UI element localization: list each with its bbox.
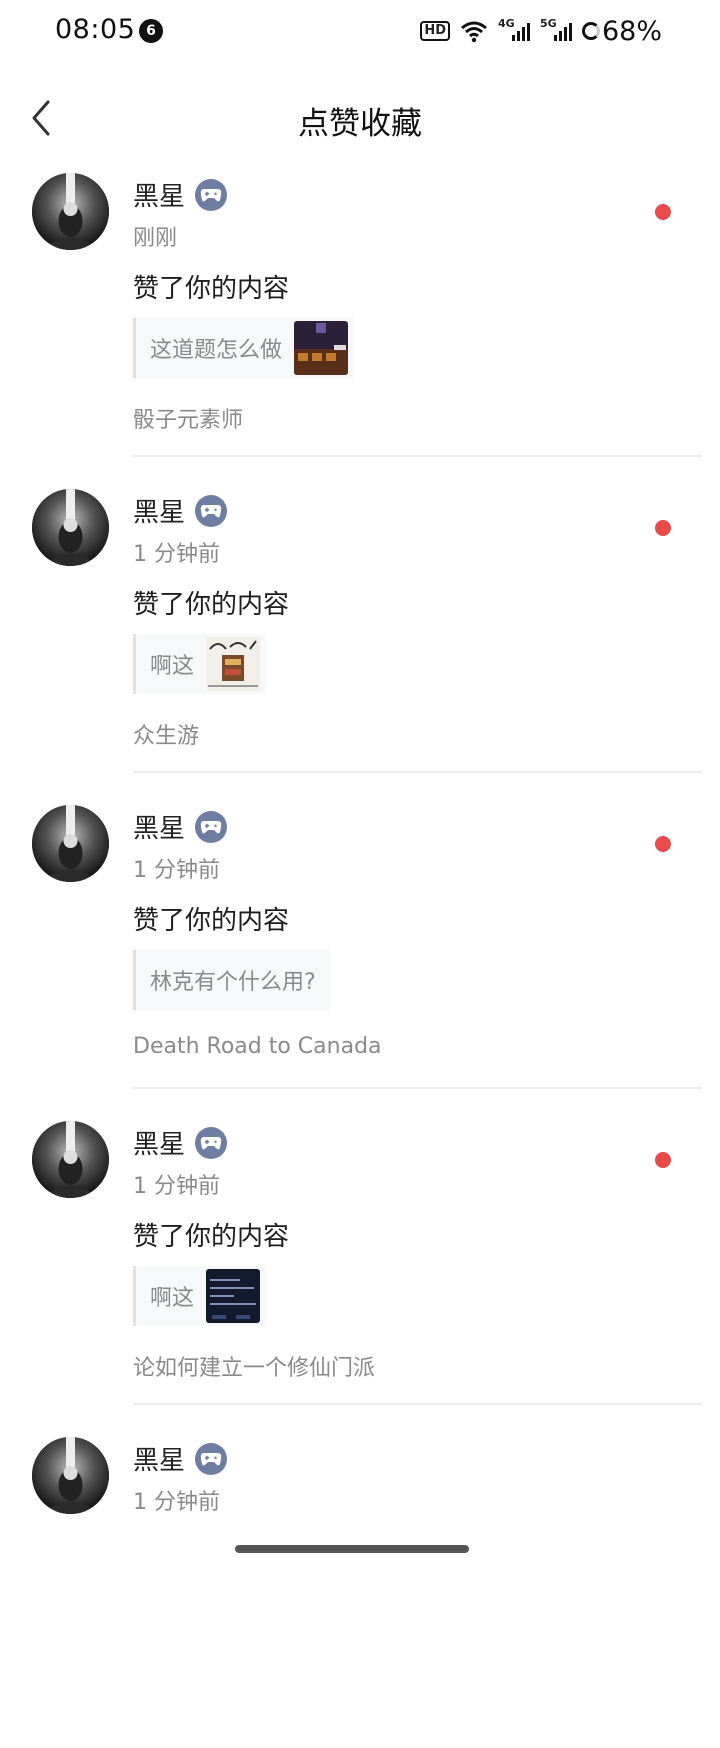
- game-source[interactable]: Death Road to Canada: [133, 1034, 382, 1059]
- gamepad-badge-icon: [195, 1126, 228, 1159]
- quoted-post[interactable]: 林克有个什么用?: [133, 950, 330, 1010]
- gamepad-badge-icon: [195, 810, 228, 843]
- post-thumbnail: [294, 321, 349, 375]
- status-icons: HD 4G 5G 68%: [420, 14, 662, 48]
- home-indicator[interactable]: [235, 1545, 469, 1553]
- gamepad-badge-icon: [195, 1442, 228, 1475]
- divider: [133, 455, 702, 457]
- avatar[interactable]: [32, 1121, 109, 1198]
- action-text: 赞了你的内容: [133, 906, 290, 936]
- action-text: 赞了你的内容: [133, 274, 290, 304]
- avatar[interactable]: [32, 805, 109, 882]
- notification-time: 1 分钟前: [133, 1174, 220, 1199]
- quoted-post[interactable]: 啊这: [133, 634, 267, 694]
- quoted-post-text: 啊这: [150, 654, 195, 679]
- signal-4g-icon: 4G: [498, 17, 530, 43]
- divider: [133, 1403, 702, 1405]
- game-source[interactable]: 众生游: [133, 718, 199, 750]
- post-thumbnail: [206, 1269, 261, 1323]
- gamepad-badge-icon: [195, 178, 228, 211]
- action-text: 赞了你的内容: [133, 590, 290, 620]
- user-name[interactable]: 黑星: [133, 808, 185, 845]
- user-name[interactable]: 黑星: [133, 1440, 185, 1477]
- unread-dot: [655, 520, 671, 536]
- avatar[interactable]: [32, 489, 109, 566]
- game-source[interactable]: 论如何建立一个修仙门派: [133, 1350, 375, 1382]
- avatar[interactable]: [32, 1437, 109, 1514]
- quoted-post-text: 这道题怎么做: [150, 338, 283, 363]
- avatar[interactable]: [32, 173, 109, 250]
- notification-list: 黑星 刚刚 赞了你的内容 这道题怎么做 骰子元素师 黑星 1 分钟前 赞了你的内…: [0, 168, 720, 1748]
- page-title: 点赞收藏: [298, 106, 422, 142]
- post-thumbnail: [206, 637, 261, 691]
- quoted-post-text: 啊这: [150, 1286, 195, 1311]
- notification-item[interactable]: 黑星 1 分钟前 赞了你的内容 啊这 论如何建立一个修仙门派: [0, 1116, 720, 1432]
- user-name[interactable]: 黑星: [133, 176, 185, 213]
- clock: 08:05: [55, 14, 136, 45]
- quoted-post[interactable]: 这道题怎么做: [133, 318, 355, 378]
- notification-time: 1 分钟前: [133, 1490, 220, 1515]
- divider: [133, 1087, 702, 1089]
- game-source[interactable]: 骰子元素师: [133, 402, 243, 434]
- notification-item[interactable]: 黑星 1 分钟前 赞了你的内容 啊这 众生游: [0, 484, 720, 800]
- notification-time: 刚刚: [133, 226, 178, 251]
- battery-percent: 68%: [601, 15, 662, 47]
- action-text: 赞了你的内容: [133, 1222, 290, 1252]
- notification-count-badge: 6: [139, 19, 163, 43]
- gamepad-badge-icon: [195, 494, 228, 527]
- hd-icon: HD: [420, 21, 450, 41]
- unread-dot: [655, 1152, 671, 1168]
- battery-icon: [581, 22, 600, 40]
- user-name[interactable]: 黑星: [133, 1124, 185, 1161]
- status-bar: 08:05 6 HD 4G 5G 68%: [0, 0, 720, 64]
- notification-item[interactable]: 黑星 1 分钟前 赞了你的内容 林克有个什么用? Death Road to C…: [0, 800, 720, 1116]
- user-name[interactable]: 黑星: [133, 492, 185, 529]
- unread-dot: [655, 836, 671, 852]
- notification-time: 1 分钟前: [133, 858, 220, 883]
- quoted-post-text: 林克有个什么用?: [150, 970, 316, 995]
- app-header: 点赞收藏: [0, 82, 720, 154]
- wifi-icon: [461, 21, 487, 43]
- signal-5g-icon: 5G: [540, 17, 572, 43]
- divider: [133, 771, 702, 773]
- notification-item[interactable]: 黑星 刚刚 赞了你的内容 这道题怎么做 骰子元素师: [0, 168, 720, 484]
- notification-item[interactable]: 黑星 1 分钟前: [0, 1432, 720, 1748]
- notification-time: 1 分钟前: [133, 542, 220, 567]
- unread-dot: [655, 204, 671, 220]
- quoted-post[interactable]: 啊这: [133, 1266, 267, 1326]
